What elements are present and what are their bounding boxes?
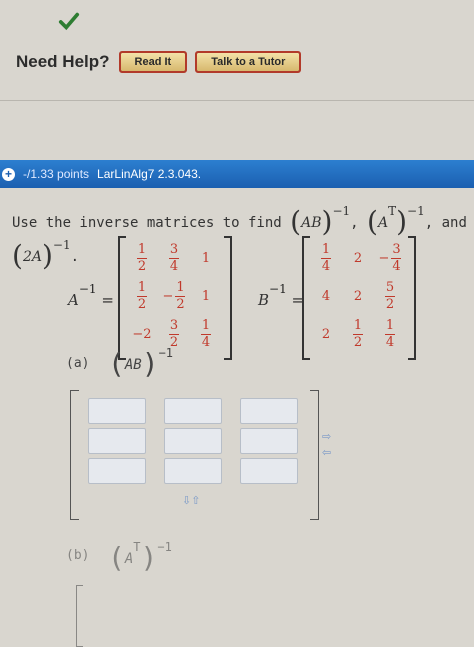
help-row: Need Help? Read It Talk to a Tutor bbox=[16, 51, 302, 73]
add-column-icon[interactable]: ⇨ bbox=[322, 430, 331, 443]
question-code: LarLinAlg7 2.3.043. bbox=[97, 167, 202, 181]
matrix-a-left-bracket bbox=[118, 236, 126, 360]
period: . bbox=[70, 249, 80, 265]
answer-input-r3c3[interactable] bbox=[240, 458, 298, 484]
a-inverse-label: A−1 = bbox=[68, 282, 114, 309]
add-row-icon[interactable]: ⇩⇧ bbox=[182, 494, 200, 507]
answer-input-r3c1[interactable] bbox=[88, 458, 146, 484]
answer-input-r2c1[interactable] bbox=[88, 428, 146, 454]
expand-plus-icon[interactable]: + bbox=[2, 167, 15, 181]
part-b-expression: (AT)−1 bbox=[108, 540, 172, 574]
answer-input-r3c2[interactable] bbox=[164, 458, 222, 484]
matrix-a-cell-r2c3: 1 bbox=[201, 288, 211, 304]
matrix-b-cell-r2c1: 4 bbox=[321, 288, 331, 304]
expr-ab-inverse: (AB)−1 bbox=[290, 204, 351, 238]
answer-input-r2c3[interactable] bbox=[240, 428, 298, 454]
matrix-b-cell-r1c3: −3 4 bbox=[378, 241, 402, 274]
read-it-button[interactable]: Read It bbox=[118, 51, 188, 73]
answer-grid-b-bracket bbox=[76, 585, 83, 647]
matrix-b-cell-r3c1: 2 bbox=[321, 326, 331, 342]
matrix-b-cell-r2c3: 52 bbox=[385, 279, 395, 312]
question-header-bar: + -/1.33 points LarLinAlg7 2.3.043. bbox=[0, 160, 474, 188]
and-text: and bbox=[441, 215, 467, 231]
matrix-b-cell-r1c2: 2 bbox=[353, 250, 363, 266]
part-a-expression: (AB)−1 bbox=[108, 346, 174, 380]
answer-input-r1c1[interactable] bbox=[88, 398, 146, 424]
question-prompt: Use the inverse matrices to find bbox=[12, 215, 282, 231]
comma: , bbox=[424, 215, 434, 231]
right-bracket bbox=[310, 390, 319, 520]
answer-grid-a: ⇨ ⇦ ⇩⇧ bbox=[70, 390, 331, 520]
left-bracket bbox=[70, 390, 79, 520]
expr-at-inverse: (AT)−1 bbox=[367, 204, 425, 238]
b-inverse-label: B−1 = bbox=[258, 282, 305, 309]
matrix-a-cell-r1c2: 34 bbox=[169, 241, 179, 274]
checkmark-icon bbox=[58, 12, 80, 31]
matrix-b-cell-r1c1: 14 bbox=[321, 241, 331, 274]
answer-input-r1c2[interactable] bbox=[164, 398, 222, 424]
talk-to-tutor-button[interactable]: Talk to a Tutor bbox=[195, 51, 302, 73]
divider bbox=[0, 100, 474, 101]
expr-2a-inverse: (2A)−1 bbox=[12, 238, 71, 272]
answer-input-r1c3[interactable] bbox=[240, 398, 298, 424]
matrix-a-cell-r2c1: 12 bbox=[137, 279, 147, 312]
matrix-a-cell-r3c3: 14 bbox=[201, 317, 211, 350]
comma: , bbox=[350, 215, 359, 231]
matrix-b-cell-r2c2: 2 bbox=[353, 288, 363, 304]
answer-input-r2c2[interactable] bbox=[164, 428, 222, 454]
matrix-a-inverse: 1 2 3 4 1 1 2−1 2 1 −2 3 2 1 4 bbox=[118, 236, 232, 360]
matrix-a-cell-r1c1: 12 bbox=[137, 241, 147, 274]
matrix-a-cell-r2c2: −1 2 bbox=[162, 279, 186, 312]
matrix-a-right-bracket bbox=[224, 236, 232, 360]
part-a-label: (a) bbox=[66, 356, 90, 371]
question-points: -/1.33 points bbox=[23, 167, 90, 181]
part-b-label: (b) bbox=[66, 548, 90, 563]
need-help-label: Need Help? bbox=[16, 52, 110, 71]
matrix-b-right-bracket bbox=[408, 236, 416, 360]
matrix-b-cell-r3c2: 12 bbox=[353, 317, 363, 350]
remove-column-icon[interactable]: ⇦ bbox=[322, 446, 331, 459]
matrix-b-inverse: 1 4 2 −3 4 4 2 5 2 2 1 2 1 4 bbox=[302, 236, 416, 360]
matrix-a-cell-r1c3: 1 bbox=[201, 250, 211, 266]
matrix-b-cell-r3c3: 14 bbox=[385, 317, 395, 350]
matrix-b-left-bracket bbox=[302, 236, 310, 360]
